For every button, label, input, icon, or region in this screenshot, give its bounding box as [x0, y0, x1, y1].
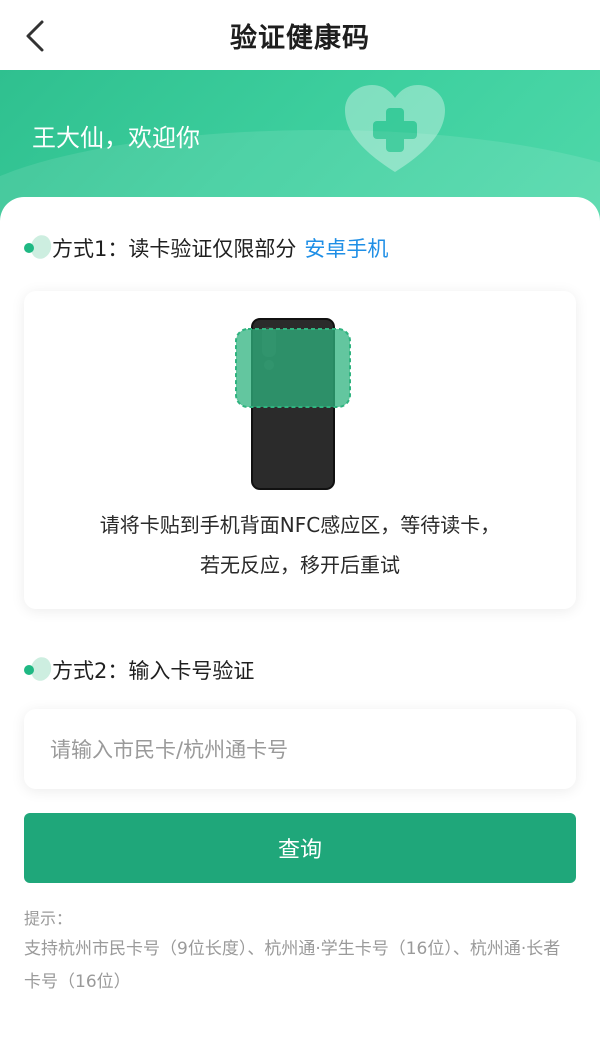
query-button[interactable]: 查询 [24, 813, 576, 883]
phone-nfc-icon [235, 318, 351, 490]
hint-text: 支持杭州市民卡号（9位长度）、杭州通·学生卡号（16位）、杭州通·长者卡号（16… [24, 939, 561, 992]
hint-label: 提示： [24, 909, 73, 928]
section-bullet-icon [22, 235, 48, 261]
method2-title: 方式2：输入卡号验证 [22, 655, 254, 685]
nfc-instruction-line1: 请将卡贴到手机背面NFC感应区，等待读卡， [99, 513, 501, 537]
nav-bar: 验证健康码 [0, 0, 600, 70]
method1-title-text: 方式1：读卡验证仅限部分 [52, 237, 297, 261]
nfc-instruction-line2: 若无反应，移开后重试 [200, 553, 400, 577]
nfc-card: 请将卡贴到手机背面NFC感应区，等待读卡， 若无反应，移开后重试 [24, 291, 576, 609]
card-number-field [24, 709, 576, 791]
heart-plus-icon [345, 85, 445, 172]
section-bullet-icon [22, 657, 48, 683]
method1-title: 方式1：读卡验证仅限部分 安卓手机 [22, 233, 388, 263]
nfc-instructions: 请将卡贴到手机背面NFC感应区，等待读卡， 若无反应，移开后重试 [24, 505, 576, 585]
welcome-greeting: 王大仙，欢迎你 [32, 124, 200, 152]
page-title: 验证健康码 [230, 23, 370, 54]
main-panel: 方式1：读卡验证仅限部分 安卓手机 请将卡贴到手机背面NFC感应区，等待读卡， … [0, 197, 600, 1046]
card-number-input[interactable] [48, 709, 552, 791]
method2-title-text: 方式2：输入卡号验证 [52, 659, 255, 683]
android-phone-link[interactable]: 安卓手机 [304, 233, 388, 263]
